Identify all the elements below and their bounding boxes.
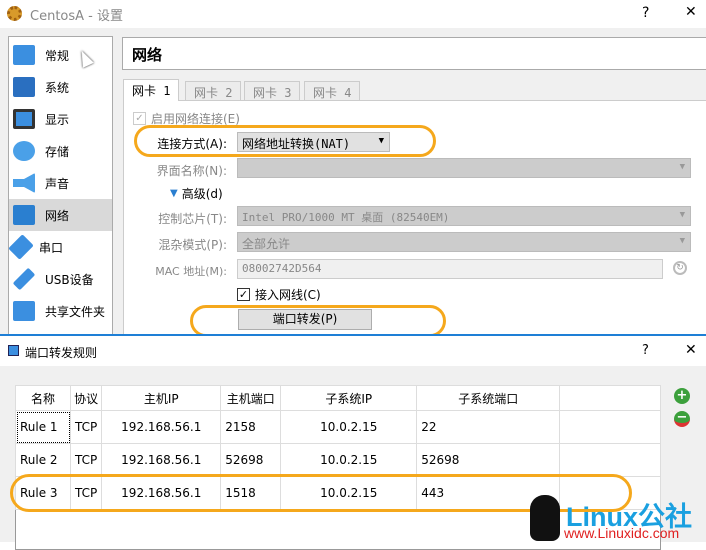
sidebar-item-label: 存储 — [45, 144, 70, 159]
sidebar-item-shared-folders[interactable]: 共享文件夹 — [9, 295, 112, 327]
network-icon — [13, 205, 35, 225]
sidebar-item-network[interactable]: 网络 — [9, 199, 112, 231]
checkmark-icon: ✓ — [237, 288, 250, 301]
guest-port-cell[interactable]: 22 — [416, 410, 561, 444]
chevron-down-icon: ▼ — [679, 210, 685, 220]
sidebar-item-label: USB设备 — [45, 272, 94, 287]
chip-icon — [13, 77, 35, 97]
sidebar-item-storage[interactable]: 存储 — [9, 135, 112, 167]
column-header[interactable]: 名称 — [15, 385, 71, 411]
tab-adapter-1[interactable]: 网卡 1 — [123, 79, 180, 101]
usb-icon — [12, 267, 36, 291]
promisc-mode-value: 全部允许 — [242, 237, 291, 251]
chevron-down-icon: ▼ — [679, 162, 685, 172]
chevron-down-icon: ▼ — [679, 236, 685, 246]
tab-adapter-2[interactable]: 网卡 2 — [185, 81, 242, 100]
table-header: 名称 协议 主机IP 主机端口 子系统IP 子系统端口 — [15, 385, 661, 411]
host-ip-cell[interactable]: 192.168.56.1 — [101, 443, 222, 477]
chip-label: 控制芯片(T): — [158, 212, 227, 226]
protocol-cell[interactable]: TCP — [69, 443, 103, 477]
host-port-cell[interactable]: 2158 — [220, 410, 282, 444]
highlight-oval — [134, 125, 436, 157]
advanced-label: 高级(d) — [181, 187, 223, 201]
table-row[interactable]: Rule 1 TCP 192.168.56.1 2158 10.0.2.15 22 — [15, 410, 661, 444]
tab-adapter-3[interactable]: 网卡 3 — [244, 81, 301, 100]
interface-name-label: 界面名称(N): — [156, 164, 227, 178]
dialog-titlebar: 端口转发规则 ? ✕ — [0, 334, 706, 366]
sidebar-item-system[interactable]: 系统 — [9, 71, 112, 103]
adapter-type-select[interactable]: Intel PRO/1000 MT 桌面 (82540EM) ▼ — [237, 206, 691, 226]
settings-sidebar: 常规 系统 显示 存储 声音 网络 串口 USB设备 共享文件夹 — [8, 36, 113, 336]
promisc-label: 混杂模式(P): — [158, 238, 227, 252]
dialog-icon — [8, 345, 19, 356]
help-button[interactable]: ? — [642, 5, 649, 21]
folder-icon — [13, 301, 35, 321]
adapter-type-value: Intel PRO/1000 MT 桌面 (82540EM) — [242, 211, 450, 224]
disk-icon — [13, 141, 35, 161]
sidebar-item-label: 网络 — [45, 208, 70, 223]
protocol-cell[interactable]: TCP — [69, 410, 103, 444]
window-title: CentosA - 设置 — [30, 9, 123, 24]
remove-rule-icon[interactable]: − — [674, 411, 690, 427]
sidebar-item-label: 共享文件夹 — [45, 304, 106, 319]
dialog-help-button[interactable]: ? — [642, 343, 649, 358]
column-header[interactable]: 子系统IP — [280, 385, 418, 411]
sidebar-item-serial[interactable]: 串口 — [9, 231, 112, 263]
highlight-oval — [190, 305, 446, 337]
sidebar-item-usb[interactable]: USB设备 — [9, 263, 112, 295]
rule-name-cell[interactable]: Rule 2 — [15, 443, 71, 477]
sidebar-item-label: 串口 — [39, 240, 64, 255]
display-icon — [13, 109, 35, 129]
gear-icon — [7, 6, 22, 21]
add-rule-icon[interactable]: + — [674, 388, 690, 404]
serial-port-icon — [9, 234, 34, 260]
advanced-toggle[interactable]: ▼ 高级(d) — [170, 185, 223, 202]
cable-connected-checkbox[interactable]: ✓ 接入网线(C) — [237, 286, 321, 303]
triangle-down-icon: ▼ — [170, 188, 178, 199]
sidebar-item-label: 常规 — [45, 48, 70, 63]
column-header[interactable]: 主机IP — [101, 385, 222, 411]
sidebar-item-audio[interactable]: 声音 — [9, 167, 112, 199]
table-row[interactable]: Rule 2 TCP 192.168.56.1 52698 10.0.2.15 52698 — [15, 443, 661, 477]
monitor-icon — [13, 45, 35, 65]
column-header[interactable]: 子系统端口 — [416, 385, 561, 411]
sidebar-item-label: 显示 — [45, 112, 70, 127]
sidebar-item-general[interactable]: 常规 — [9, 39, 112, 71]
rule-name-cell[interactable]: Rule 1 — [15, 410, 71, 444]
guest-ip-cell[interactable]: 10.0.2.15 — [280, 443, 418, 477]
checkmark-icon: ✓ — [133, 112, 146, 125]
cable-connected-label: 接入网线(C) — [255, 288, 321, 302]
watermark-url: www.Linuxidc.com — [564, 525, 680, 541]
column-header[interactable]: 主机端口 — [220, 385, 282, 411]
tab-adapter-4[interactable]: 网卡 4 — [304, 81, 361, 100]
dialog-close-button[interactable]: ✕ — [685, 342, 697, 358]
dialog-title: 端口转发规则 — [25, 346, 98, 360]
speaker-icon — [13, 173, 35, 193]
interface-name-select[interactable]: ▼ — [237, 158, 691, 178]
mac-label: MAC 地址(M): — [155, 265, 227, 278]
sidebar-item-display[interactable]: 显示 — [9, 103, 112, 135]
page-title: 网络 — [122, 37, 706, 70]
promisc-mode-select[interactable]: 全部允许 ▼ — [237, 232, 691, 252]
guest-ip-cell[interactable]: 10.0.2.15 — [280, 410, 418, 444]
penguin-icon — [530, 495, 560, 541]
guest-port-cell[interactable]: 52698 — [416, 443, 561, 477]
column-header[interactable]: 协议 — [69, 385, 103, 411]
host-ip-cell[interactable]: 192.168.56.1 — [101, 410, 222, 444]
refresh-mac-icon[interactable]: ↻ — [673, 261, 687, 275]
window-titlebar: CentosA - 设置 ? ✕ — [0, 0, 706, 28]
sidebar-item-label: 系统 — [45, 80, 70, 95]
sidebar-item-label: 声音 — [45, 176, 70, 191]
host-port-cell[interactable]: 52698 — [220, 443, 282, 477]
mac-address-input[interactable]: 08002742D564 — [237, 259, 663, 279]
close-button[interactable]: ✕ — [685, 4, 697, 20]
